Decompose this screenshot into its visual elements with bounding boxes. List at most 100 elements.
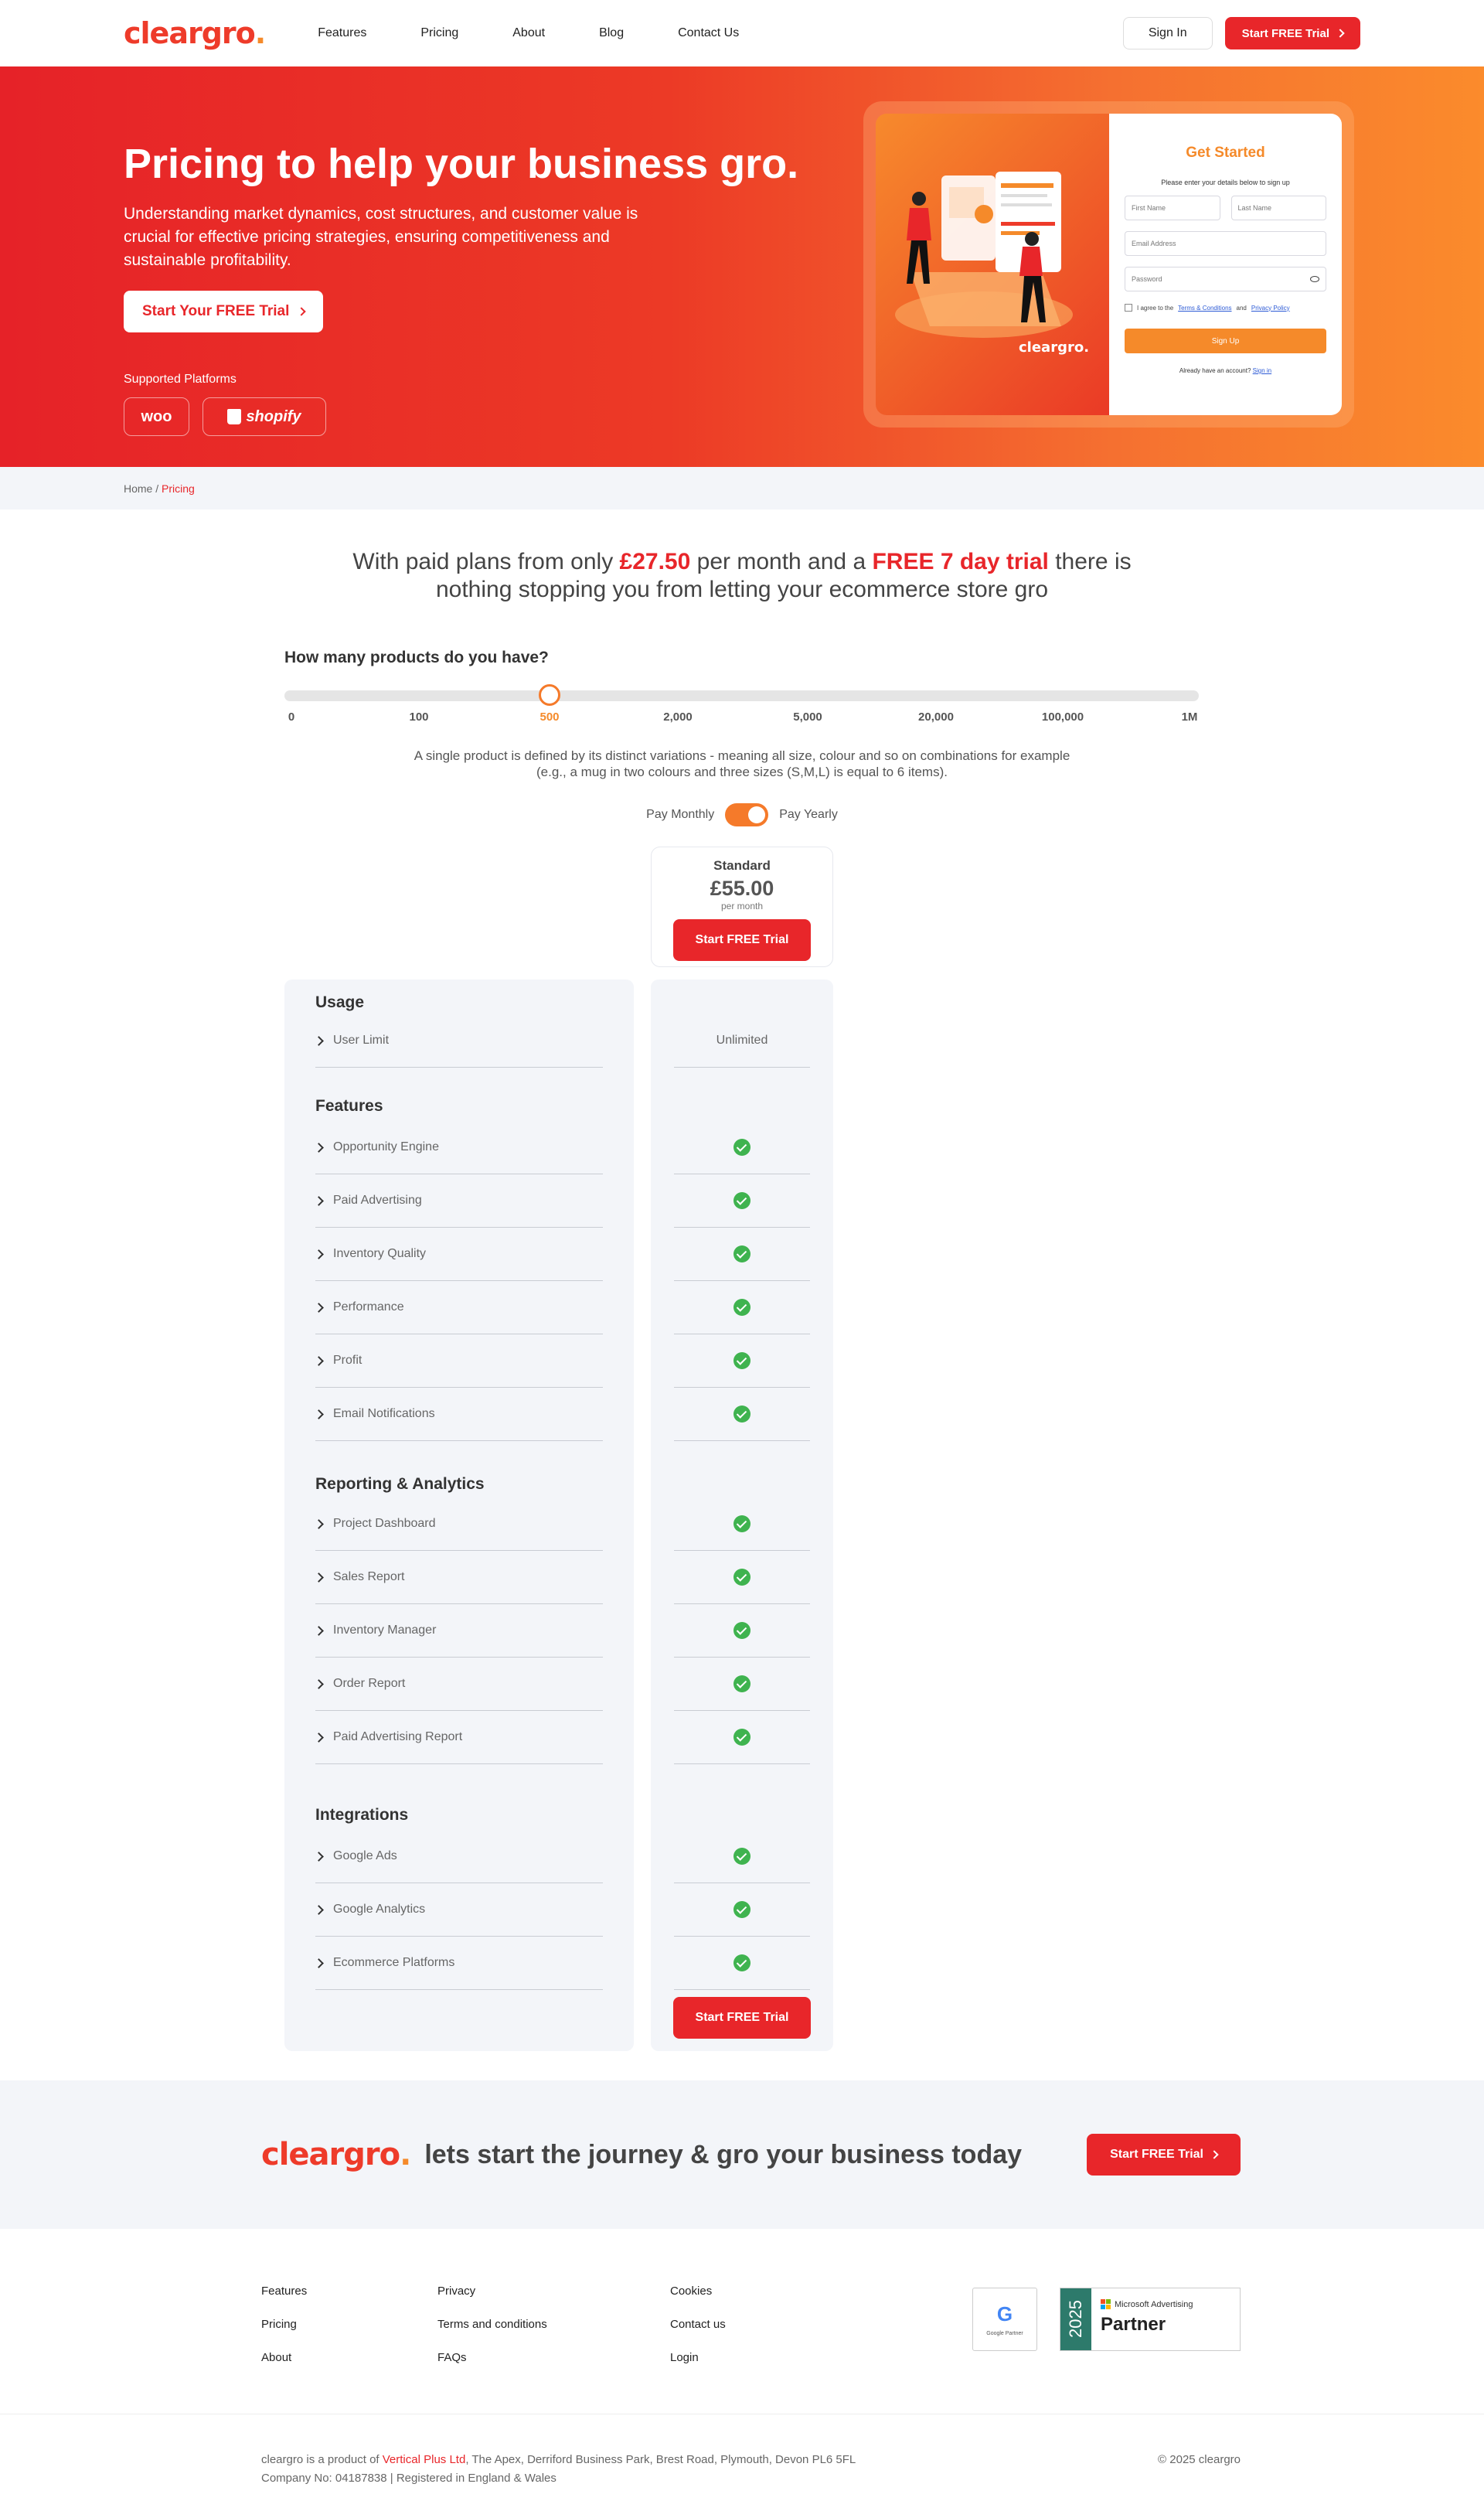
tick-label[interactable]: 100 — [409, 710, 428, 724]
check-icon — [733, 1192, 751, 1209]
nav-link-pricing[interactable]: Pricing — [420, 26, 458, 40]
eye-icon[interactable] — [1310, 276, 1319, 282]
included-cell — [674, 1883, 810, 1937]
shopify-logo[interactable]: shopify — [203, 397, 326, 436]
products-question: How many products do you have? — [284, 649, 549, 666]
copyright: © 2025 cleargro — [1158, 2453, 1241, 2466]
section-usage-title: Usage — [315, 993, 365, 1011]
footer-link-pricing[interactable]: Pricing — [261, 2318, 307, 2331]
email-field[interactable]: Email Address — [1125, 231, 1326, 256]
nav-actions: Sign In Start FREE Trial — [1122, 17, 1360, 49]
terms-link[interactable]: Terms & Conditions — [1178, 305, 1231, 312]
footer-link-cookies[interactable]: Cookies — [670, 2285, 726, 2298]
chevron-right-icon — [1336, 29, 1345, 38]
tick-label[interactable]: 1M — [1182, 710, 1198, 724]
hero-trial-label: Start Your FREE Trial — [142, 303, 290, 319]
included-cell — [674, 1711, 810, 1764]
privacy-link[interactable]: Privacy Policy — [1251, 305, 1290, 312]
feature-row-performance[interactable]: Performance — [314, 1281, 603, 1334]
chevron-right-icon — [314, 1518, 324, 1529]
signup-card: cleargro. Get Started Please enter your … — [863, 101, 1354, 428]
signin-link[interactable]: Sign in — [1253, 367, 1271, 374]
pay-monthly-label[interactable]: Pay Monthly — [646, 808, 714, 822]
hero-illustration: cleargro. — [876, 114, 1109, 415]
chevron-right-icon — [314, 1142, 324, 1153]
feature-row-project-dashboard[interactable]: Project Dashboard — [314, 1498, 603, 1551]
last-name-field[interactable]: Last Name — [1230, 196, 1326, 220]
footer-link-terms[interactable]: Terms and conditions — [437, 2318, 547, 2331]
password-field[interactable]: Password — [1125, 267, 1326, 291]
feature-row-inventory-manager[interactable]: Inventory Manager — [314, 1604, 603, 1658]
signin-prompt: Already have an account? Sign in — [1179, 367, 1272, 374]
signup-form: Get Started Please enter your details be… — [1109, 114, 1342, 415]
logo[interactable]: cleargro. — [124, 16, 266, 50]
tick-label[interactable]: 5,000 — [793, 710, 822, 724]
feature-row-opportunity-engine[interactable]: Opportunity Engine — [314, 1121, 603, 1174]
footer-link-faqs[interactable]: FAQs — [437, 2351, 547, 2364]
nav-link-blog[interactable]: Blog — [599, 26, 624, 40]
footer-link-privacy[interactable]: Privacy — [437, 2285, 547, 2298]
check-icon — [733, 1729, 751, 1746]
feature-row-sales-report[interactable]: Sales Report — [314, 1551, 603, 1604]
included-cell — [674, 1604, 810, 1658]
microsoft-partner-badge[interactable]: 2025 Microsoft Advertising Partner — [1060, 2288, 1241, 2351]
agree-checkbox[interactable] — [1125, 304, 1132, 312]
included-cell — [674, 1830, 810, 1883]
pay-yearly-label[interactable]: Pay Yearly — [779, 808, 838, 822]
breadcrumb-home[interactable]: Home — [124, 482, 152, 495]
breadcrumb: Home / Pricing — [0, 467, 1484, 509]
nav-link-features[interactable]: Features — [318, 26, 366, 40]
feature-row-ecommerce-platforms[interactable]: Ecommerce Platforms — [314, 1937, 603, 1990]
section-features-title: Features — [315, 1097, 383, 1115]
first-name-field[interactable]: First Name — [1125, 196, 1220, 220]
feature-row-google-analytics[interactable]: Google Analytics — [314, 1883, 603, 1937]
feature-row-profit[interactable]: Profit — [314, 1334, 603, 1388]
tick-label[interactable]: 100,000 — [1042, 710, 1084, 724]
tick-label[interactable]: 0 — [288, 710, 294, 724]
chevron-right-icon — [314, 1409, 324, 1419]
banner-text: lets start the journey & gro your busine… — [424, 2139, 1023, 2169]
plan-trial-button[interactable]: Start FREE Trial — [673, 919, 811, 961]
nav-link-contact[interactable]: Contact Us — [678, 26, 739, 40]
footer-link-about[interactable]: About — [261, 2351, 307, 2364]
feature-row-inventory-quality[interactable]: Inventory Quality — [314, 1228, 603, 1281]
google-partner-badge[interactable]: G Google Partner — [972, 2288, 1037, 2351]
footer-link-features[interactable]: Features — [261, 2285, 307, 2298]
microsoft-logo-icon — [1101, 2299, 1111, 2309]
slider-thumb[interactable] — [539, 684, 560, 706]
chevron-right-icon — [297, 307, 307, 316]
nav-link-about[interactable]: About — [512, 26, 545, 40]
included-cell — [674, 1121, 810, 1174]
signup-button[interactable]: Sign Up — [1125, 329, 1326, 353]
tick-label[interactable]: 2,000 — [663, 710, 693, 724]
hero-trial-button[interactable]: Start Your FREE Trial — [124, 291, 324, 332]
sign-in-button[interactable]: Sign In — [1122, 17, 1213, 49]
section-integrations-title: Integrations — [315, 1806, 409, 1824]
chevron-right-icon — [314, 1249, 324, 1259]
bottom-trial-button[interactable]: Start FREE Trial — [673, 1997, 811, 2039]
products-slider[interactable] — [284, 684, 1199, 706]
feature-row-order-report[interactable]: Order Report — [314, 1658, 603, 1711]
legal-footer: cleargro is a product of Vertical Plus L… — [0, 2414, 1484, 2492]
feature-row-paid-advertising-report[interactable]: Paid Advertising Report — [314, 1711, 603, 1764]
included-cell — [674, 1388, 810, 1441]
nav-trial-button[interactable]: Start FREE Trial — [1224, 17, 1360, 49]
woo-logo[interactable]: woo — [124, 397, 189, 436]
chevron-right-icon — [1210, 2150, 1219, 2159]
included-cell — [674, 1334, 810, 1388]
tick-label[interactable]: 500 — [539, 710, 559, 724]
billing-toggle[interactable] — [725, 803, 769, 826]
chevron-right-icon — [314, 1957, 324, 1968]
vertical-plus-link[interactable]: Vertical Plus Ltd — [383, 2453, 466, 2466]
banner-trial-button[interactable]: Start FREE Trial — [1087, 2134, 1241, 2176]
tick-label[interactable]: 20,000 — [918, 710, 954, 724]
feature-row-user-limit[interactable]: User Limit — [314, 1014, 603, 1068]
feature-row-google-ads[interactable]: Google Ads — [314, 1830, 603, 1883]
footer-link-login[interactable]: Login — [670, 2351, 726, 2364]
chevron-right-icon — [314, 1678, 324, 1689]
footer-link-contact[interactable]: Contact us — [670, 2318, 726, 2331]
signup-title: Get Started — [1186, 145, 1265, 161]
included-cell — [674, 1658, 810, 1711]
feature-row-email-notifications[interactable]: Email Notifications — [314, 1388, 603, 1441]
feature-row-paid-advertising[interactable]: Paid Advertising — [314, 1174, 603, 1228]
